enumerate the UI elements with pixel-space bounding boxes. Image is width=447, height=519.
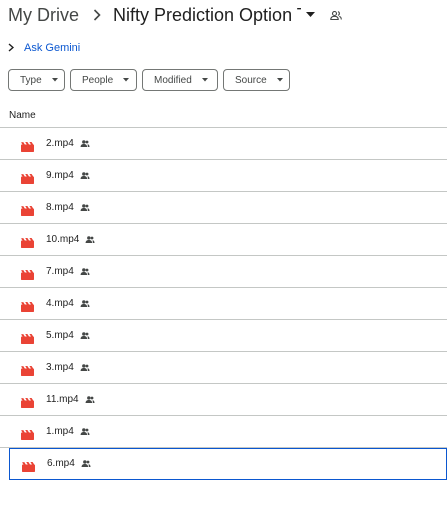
video-file-icon <box>21 203 34 216</box>
file-name: 10.mp4 <box>46 234 80 245</box>
file-name: 1.mp4 <box>46 426 74 437</box>
shared-people-icon <box>81 460 91 467</box>
filter-source-label: Source <box>235 74 267 86</box>
file-row[interactable]: 4.mp4 <box>0 288 447 320</box>
shared-people-icon <box>85 396 95 403</box>
file-row[interactable]: 7.mp4 <box>0 256 447 288</box>
file-name: 8.mp4 <box>46 202 74 213</box>
filter-people-label: People <box>82 74 114 86</box>
chevron-right-icon <box>93 9 101 21</box>
video-file-icon <box>21 267 34 280</box>
ask-gemini-label: Ask Gemini <box>24 42 81 54</box>
filter-type-label: Type <box>20 74 42 86</box>
file-row[interactable]: 9.mp4 <box>0 160 447 192</box>
file-name: 4.mp4 <box>46 298 74 309</box>
filter-bar: Type People Modified Source <box>8 69 290 91</box>
filter-type-chip[interactable]: Type <box>8 69 65 91</box>
file-row[interactable]: 5.mp4 <box>0 320 447 352</box>
shared-people-icon <box>80 332 90 339</box>
file-name: 7.mp4 <box>46 266 74 277</box>
shared-people-icon <box>80 300 90 307</box>
breadcrumb-my-drive[interactable]: My Drive <box>8 5 79 26</box>
shared-people-icon <box>80 172 90 179</box>
breadcrumb-current-folder[interactable]: Nifty Prediction Option T... <box>113 5 301 26</box>
shared-people-icon <box>80 268 90 275</box>
shared-people-icon <box>85 236 95 243</box>
file-row[interactable]: 6.mp4 <box>9 448 447 480</box>
caret-down-icon <box>201 78 208 82</box>
caret-down-icon <box>51 78 58 82</box>
filter-modified-label: Modified <box>154 74 192 86</box>
file-row[interactable]: 10.mp4 <box>0 224 447 256</box>
video-file-icon <box>21 427 34 440</box>
chevron-right-icon <box>8 39 15 57</box>
filter-modified-chip[interactable]: Modified <box>142 69 218 91</box>
file-name: 5.mp4 <box>46 330 74 341</box>
caret-down-icon <box>123 78 130 82</box>
shared-people-icon <box>80 204 90 211</box>
filter-people-chip[interactable]: People <box>70 69 137 91</box>
file-row[interactable]: 8.mp4 <box>0 192 447 224</box>
column-name-header[interactable]: Name <box>9 110 36 121</box>
file-row[interactable]: 11.mp4 <box>0 384 447 416</box>
file-list-header: Name <box>0 104 447 128</box>
video-file-icon <box>21 299 34 312</box>
video-file-icon <box>21 363 34 376</box>
video-file-icon <box>21 139 34 152</box>
video-file-icon <box>21 331 34 344</box>
shared-people-icon <box>80 140 90 147</box>
people-icon <box>330 10 342 20</box>
file-name: 6.mp4 <box>47 458 75 469</box>
video-file-icon <box>21 171 34 184</box>
caret-down-icon <box>276 78 283 82</box>
video-file-icon <box>21 395 34 408</box>
file-name: 3.mp4 <box>46 362 74 373</box>
caret-down-icon[interactable] <box>306 12 315 18</box>
shared-people-icon <box>80 428 90 435</box>
filter-source-chip[interactable]: Source <box>223 69 290 91</box>
shared-people-icon <box>80 364 90 371</box>
file-row[interactable]: 1.mp4 <box>0 416 447 448</box>
file-row[interactable]: 3.mp4 <box>0 352 447 384</box>
breadcrumb: My Drive Nifty Prediction Option T... <box>0 0 447 30</box>
video-file-icon <box>22 459 35 472</box>
file-name: 9.mp4 <box>46 170 74 181</box>
video-file-icon <box>21 235 34 248</box>
file-list: 2.mp4 9.mp4 8.mp4 10.mp4 7.mp4 4.mp4 5.mp4 3.mp… <box>0 128 447 480</box>
ask-gemini-button[interactable]: Ask Gemini <box>8 40 80 56</box>
file-name: 11.mp4 <box>46 394 79 405</box>
file-name: 2.mp4 <box>46 138 74 149</box>
file-row[interactable]: 2.mp4 <box>0 128 447 160</box>
